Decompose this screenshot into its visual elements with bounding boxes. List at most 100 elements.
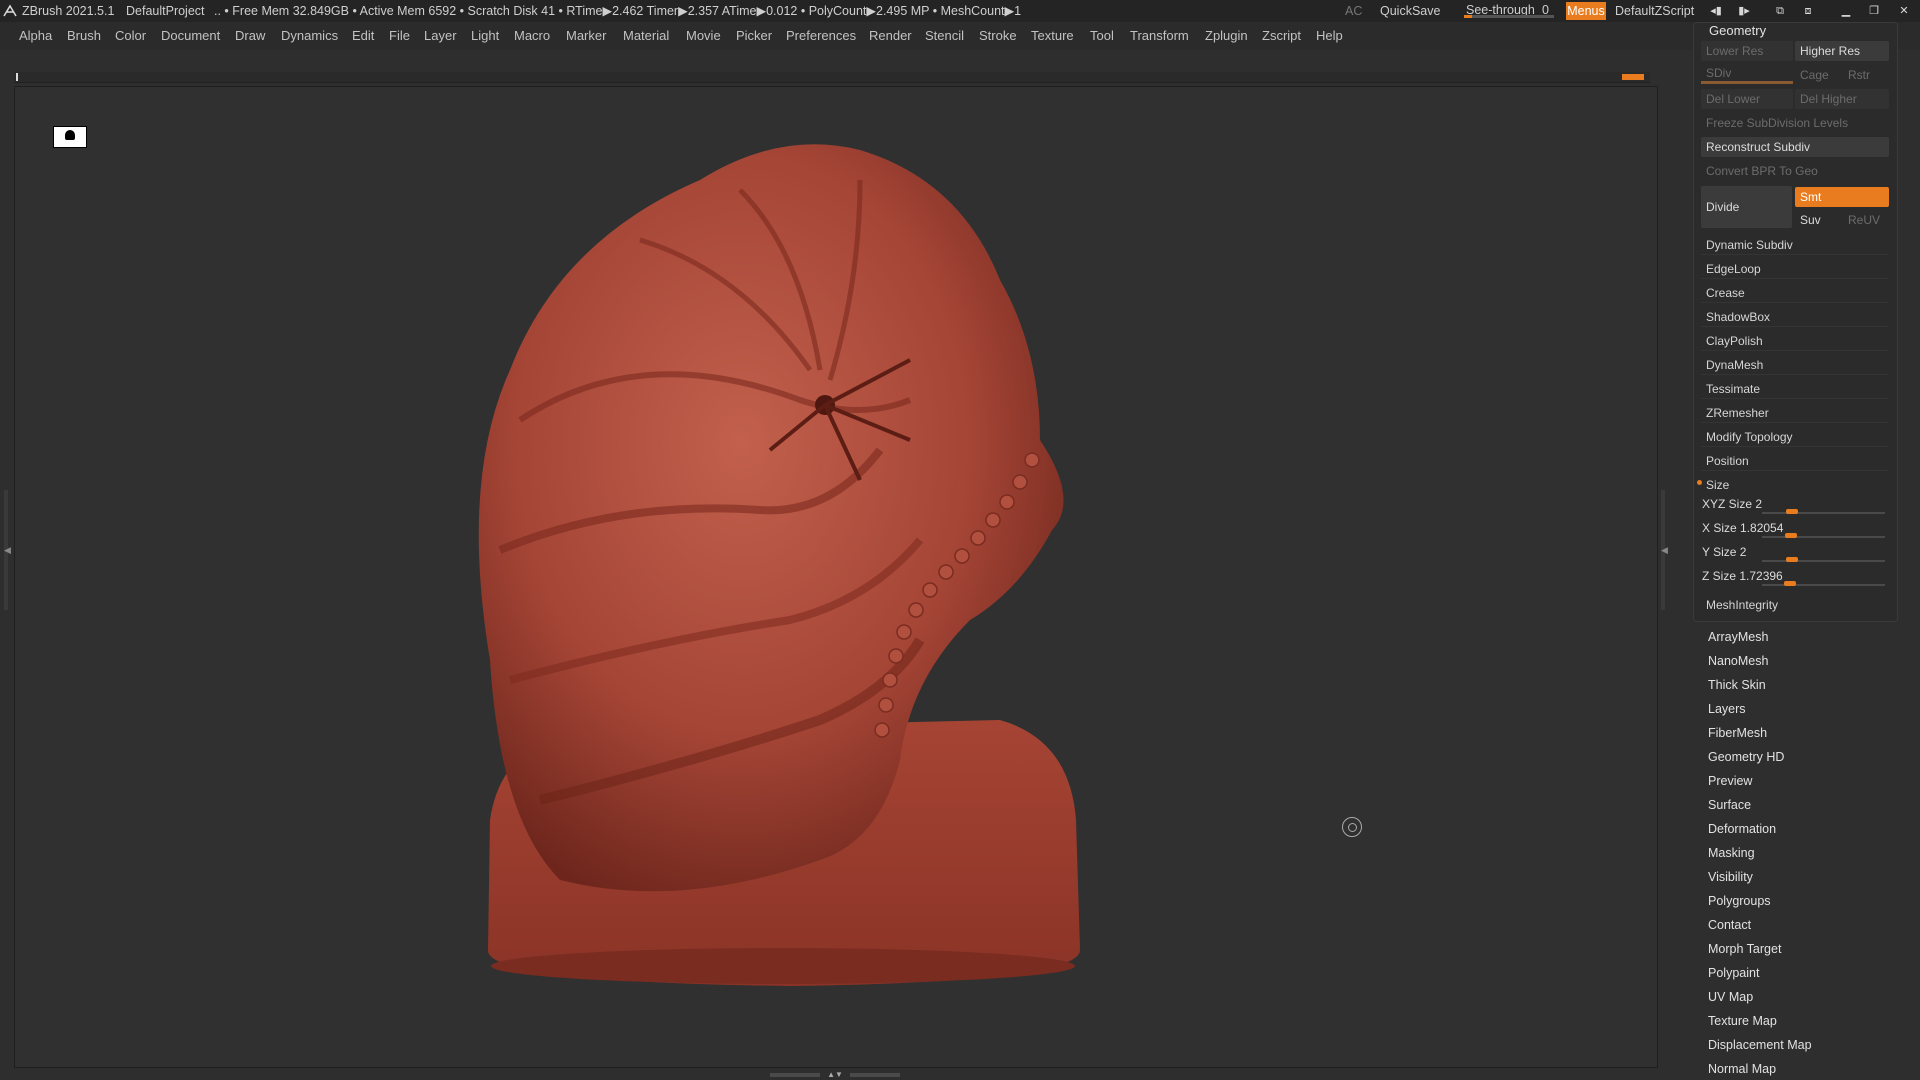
menu-file[interactable]: File	[389, 22, 410, 50]
subpalette-uv-map[interactable]: UV Map	[1708, 990, 1753, 1004]
timeline-end-marker[interactable]	[1622, 74, 1644, 80]
restore-icon[interactable]: ❐	[1866, 3, 1882, 19]
zoom-target-icon[interactable]	[1342, 817, 1362, 837]
y-size-slider[interactable]: Y Size 2	[1702, 543, 1885, 565]
menu-preferences[interactable]: Preferences	[786, 22, 856, 50]
menu-zplugin[interactable]: Zplugin	[1205, 22, 1248, 50]
menu-stencil[interactable]: Stencil	[925, 22, 964, 50]
del-lower-button[interactable]: Del Lower	[1701, 89, 1793, 109]
cage-button[interactable]: Cage	[1795, 65, 1841, 85]
smt-toggle[interactable]: Smt	[1795, 187, 1889, 207]
edgeloop-button[interactable]: EdgeLoop	[1701, 259, 1889, 279]
menu-edit[interactable]: Edit	[352, 22, 374, 50]
ui-config-icon[interactable]: ⧈	[1800, 3, 1816, 19]
menu-document[interactable]: Document	[161, 22, 220, 50]
subpalette-thick-skin[interactable]: Thick Skin	[1708, 678, 1766, 692]
y-size-knob[interactable]	[1786, 557, 1798, 562]
divide-button[interactable]: Divide	[1701, 186, 1792, 228]
sdiv-slider[interactable]: SDiv	[1701, 63, 1793, 83]
subpalette-displacement-map[interactable]: Displacement Map	[1708, 1038, 1812, 1052]
floor-perspective-icon[interactable]	[53, 126, 87, 148]
menu-render[interactable]: Render	[869, 22, 912, 50]
timeline-bar[interactable]	[14, 72, 1650, 83]
swap-icon[interactable]: ⧉	[1772, 3, 1788, 19]
geometry-title[interactable]: Geometry	[1709, 23, 1766, 38]
higher-res-button[interactable]: Higher Res	[1795, 41, 1889, 61]
close-icon[interactable]: ✕	[1896, 3, 1912, 19]
menu-macro[interactable]: Macro	[514, 22, 550, 50]
subpalette-morph-target[interactable]: Morph Target	[1708, 942, 1781, 956]
timeline-marker[interactable]	[16, 73, 18, 81]
menu-draw[interactable]: Draw	[235, 22, 265, 50]
subpalette-geometry-hd[interactable]: Geometry HD	[1708, 750, 1784, 764]
rstr-button[interactable]: Rstr	[1843, 65, 1889, 85]
bottom-shelf-handle[interactable]: ▲▼	[770, 1071, 900, 1079]
left-tray-toggle-icon[interactable]: ◀	[4, 545, 11, 557]
freeze-subdivision-button[interactable]: Freeze SubDivision Levels	[1701, 113, 1889, 133]
subpalette-visibility[interactable]: Visibility	[1708, 870, 1753, 884]
xyz-size-knob[interactable]	[1786, 509, 1798, 514]
menu-movie[interactable]: Movie	[686, 22, 721, 50]
subpalette-texture-map[interactable]: Texture Map	[1708, 1014, 1777, 1028]
menu-tool[interactable]: Tool	[1090, 22, 1114, 50]
size-subpalette[interactable]: Size	[1701, 475, 1889, 495]
suv-toggle[interactable]: Suv	[1795, 210, 1841, 230]
menus-toggle-button[interactable]: Menus	[1566, 2, 1606, 20]
claypolish-button[interactable]: ClayPolish	[1701, 331, 1889, 351]
menu-picker[interactable]: Picker	[736, 22, 772, 50]
menu-layer[interactable]: Layer	[424, 22, 457, 50]
modify-topology-button[interactable]: Modify Topology	[1701, 427, 1889, 447]
subpalette-layers[interactable]: Layers	[1708, 702, 1746, 716]
menu-transform[interactable]: Transform	[1130, 22, 1189, 50]
menu-stroke[interactable]: Stroke	[979, 22, 1017, 50]
menu-brush[interactable]: Brush	[67, 22, 101, 50]
project-name[interactable]: DefaultProject	[126, 0, 205, 22]
subpalette-nanomesh[interactable]: NanoMesh	[1708, 654, 1768, 668]
subpalette-surface[interactable]: Surface	[1708, 798, 1751, 812]
lower-res-button[interactable]: Lower Res	[1701, 41, 1793, 61]
ac-label[interactable]: AC	[1345, 0, 1362, 22]
subpalette-deformation[interactable]: Deformation	[1708, 822, 1776, 836]
minimize-icon[interactable]: ▁	[1838, 3, 1854, 19]
menu-marker[interactable]: Marker	[566, 22, 606, 50]
menu-dynamics[interactable]: Dynamics	[281, 22, 338, 50]
menu-zscript[interactable]: Zscript	[1262, 22, 1301, 50]
subpalette-arraymesh[interactable]: ArrayMesh	[1708, 630, 1768, 644]
subpalette-polypaint[interactable]: Polypaint	[1708, 966, 1759, 980]
tessimate-button[interactable]: Tessimate	[1701, 379, 1889, 399]
mesh-integrity-button[interactable]: MeshIntegrity	[1701, 595, 1889, 615]
quicksave-button[interactable]: QuickSave	[1380, 0, 1440, 22]
menu-alpha[interactable]: Alpha	[19, 22, 52, 50]
subpalette-polygroups[interactable]: Polygroups	[1708, 894, 1771, 908]
subpalette-contact[interactable]: Contact	[1708, 918, 1751, 932]
xyz-size-slider[interactable]: XYZ Size 2	[1702, 495, 1885, 517]
shadowbox-button[interactable]: ShadowBox	[1701, 307, 1889, 327]
menu-color[interactable]: Color	[115, 22, 146, 50]
sculpt-model[interactable]	[440, 120, 1180, 1000]
convert-bpr-button[interactable]: Convert BPR To Geo	[1701, 161, 1889, 181]
subpalette-masking[interactable]: Masking	[1708, 846, 1755, 860]
z-size-slider[interactable]: Z Size 1.72396	[1702, 567, 1885, 589]
menu-material[interactable]: Material	[623, 22, 669, 50]
reuv-toggle[interactable]: ReUV	[1843, 210, 1889, 230]
del-higher-button[interactable]: Del Higher	[1795, 89, 1889, 109]
position-button[interactable]: Position	[1701, 451, 1889, 471]
layout-next-icon[interactable]: ▮▸	[1736, 3, 1752, 19]
default-zscript-button[interactable]: DefaultZScript	[1615, 0, 1694, 22]
z-size-knob[interactable]	[1784, 581, 1796, 586]
menu-texture[interactable]: Texture	[1031, 22, 1074, 50]
dynamesh-button[interactable]: DynaMesh	[1701, 355, 1889, 375]
menu-help[interactable]: Help	[1316, 22, 1343, 50]
crease-button[interactable]: Crease	[1701, 283, 1889, 303]
right-tray-toggle-icon[interactable]: ◀	[1661, 545, 1668, 557]
subpalette-fibermesh[interactable]: FiberMesh	[1708, 726, 1767, 740]
x-size-knob[interactable]	[1785, 533, 1797, 538]
subpalette-normal-map[interactable]: Normal Map	[1708, 1062, 1776, 1076]
see-through-slider[interactable]: See-through 0	[1464, 2, 1554, 20]
menu-light[interactable]: Light	[471, 22, 499, 50]
zremesher-button[interactable]: ZRemesher	[1701, 403, 1889, 423]
x-size-slider[interactable]: X Size 1.82054	[1702, 519, 1885, 541]
expand-arrows-icon[interactable]: ▲▼	[825, 1071, 845, 1079]
layout-prev-icon[interactable]: ◂▮	[1708, 3, 1724, 19]
dynamic-subdiv-button[interactable]: Dynamic Subdiv	[1701, 235, 1889, 255]
